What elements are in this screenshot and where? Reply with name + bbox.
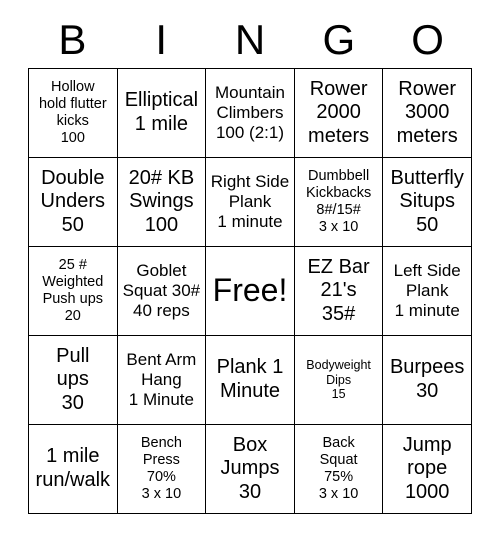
bingo-cell-r4c4[interactable]: Bodyweight Dips 15 bbox=[294, 336, 384, 425]
bingo-cell-label: Goblet Squat 30# 40 reps bbox=[122, 260, 201, 321]
bingo-cell-r2c5[interactable]: Butterfly Situps 50 bbox=[383, 158, 472, 247]
bingo-cell-r5c3[interactable]: Box Jumps 30 bbox=[206, 425, 295, 514]
bingo-cell-r1c4[interactable]: Rower 2000 meters bbox=[294, 69, 384, 158]
bingo-cell-r2c1[interactable]: Double Unders 50 bbox=[29, 158, 118, 247]
bingo-cell-r3c5[interactable]: Left Side Plank 1 minute bbox=[383, 247, 472, 336]
bingo-cell-label: 1 mile run/walk bbox=[35, 445, 111, 491]
header-letter-i: I bbox=[155, 16, 168, 63]
bingo-cell-label: Pull ups 30 bbox=[56, 344, 90, 414]
bingo-cell-label: Mountain Climbers 100 (2:1) bbox=[215, 82, 285, 143]
bingo-cell-r5c1[interactable]: 1 mile run/walk bbox=[29, 425, 118, 514]
bingo-cell-label: Rower 2000 meters bbox=[308, 77, 370, 147]
bingo-cell-label: Bench Press 70% 3 x 10 bbox=[140, 434, 182, 503]
bingo-cell-label: 25 # Weighted Push ups 20 bbox=[42, 256, 104, 325]
bingo-cell-label: Free! bbox=[212, 272, 288, 309]
bingo-cell-label: Burpees 30 bbox=[389, 356, 465, 402]
header-letter-n: N bbox=[234, 16, 266, 63]
bingo-cell-label: Left Side Plank 1 minute bbox=[393, 260, 461, 321]
bingo-card: B I N G O Hollow hold flutter kicks 100 E… bbox=[0, 0, 500, 544]
bingo-cell-label: Back Squat 75% 3 x 10 bbox=[318, 434, 359, 503]
bingo-cell-label: Bodyweight Dips 15 bbox=[306, 357, 371, 402]
bingo-cell-label: Plank 1 Minute bbox=[216, 356, 284, 402]
bingo-cell-r5c4[interactable]: Back Squat 75% 3 x 10 bbox=[294, 425, 384, 514]
bingo-cell-r1c5[interactable]: Rower 3000 meters bbox=[383, 69, 472, 158]
bingo-cell-r3c3[interactable]: Free! bbox=[206, 247, 295, 336]
bingo-cell-r1c1[interactable]: Hollow hold flutter kicks 100 bbox=[29, 69, 118, 158]
bingo-cell-label: Rower 3000 meters bbox=[396, 77, 458, 147]
bingo-cell-label: Elliptical 1 mile bbox=[124, 89, 199, 135]
header-letter-g: G bbox=[322, 16, 356, 63]
bingo-cell-label: Right Side Plank 1 minute bbox=[210, 171, 290, 232]
bingo-cell-r4c3[interactable]: Plank 1 Minute bbox=[206, 336, 295, 425]
bingo-cell-label: Double Unders 50 bbox=[40, 166, 106, 236]
bingo-cell-r5c2[interactable]: Bench Press 70% 3 x 10 bbox=[117, 425, 207, 514]
bingo-cell-label: Dumbbell Kickbacks 8#/15# 3 x 10 bbox=[305, 167, 372, 236]
bingo-cell-label: Butterfly Situps 50 bbox=[390, 166, 464, 236]
bingo-cell-r1c3[interactable]: Mountain Climbers 100 (2:1) bbox=[206, 69, 295, 158]
bingo-cell-label: Jump rope 1000 bbox=[402, 433, 452, 503]
bingo-header: B I N G O bbox=[28, 14, 472, 66]
bingo-cell-r3c2[interactable]: Goblet Squat 30# 40 reps bbox=[117, 247, 207, 336]
bingo-cell-label: 20# KB Swings 100 bbox=[128, 166, 195, 236]
bingo-cell-r2c4[interactable]: Dumbbell Kickbacks 8#/15# 3 x 10 bbox=[294, 158, 384, 247]
bingo-cell-r5c5[interactable]: Jump rope 1000 bbox=[383, 425, 472, 514]
bingo-cell-r2c2[interactable]: 20# KB Swings 100 bbox=[117, 158, 207, 247]
bingo-cell-label: EZ Bar 21's 35# bbox=[307, 255, 370, 325]
bingo-grid: Hollow hold flutter kicks 100 Elliptical … bbox=[28, 68, 472, 514]
bingo-cell-label: Hollow hold flutter kicks 100 bbox=[38, 78, 107, 147]
bingo-cell-r3c1[interactable]: 25 # Weighted Push ups 20 bbox=[29, 247, 118, 336]
bingo-cell-r4c2[interactable]: Bent Arm Hang 1 Minute bbox=[117, 336, 207, 425]
bingo-cell-r3c4[interactable]: EZ Bar 21's 35# bbox=[294, 247, 384, 336]
bingo-cell-r4c5[interactable]: Burpees 30 bbox=[383, 336, 472, 425]
bingo-cell-label: Box Jumps 30 bbox=[220, 433, 280, 503]
bingo-cell-label: Bent Arm Hang 1 Minute bbox=[126, 349, 197, 410]
bingo-cell-r1c2[interactable]: Elliptical 1 mile bbox=[117, 69, 207, 158]
bingo-cell-r2c3[interactable]: Right Side Plank 1 minute bbox=[206, 158, 295, 247]
bingo-cell-r4c1[interactable]: Pull ups 30 bbox=[29, 336, 118, 425]
header-letter-b: B bbox=[58, 16, 87, 63]
header-letter-o: O bbox=[411, 16, 444, 63]
